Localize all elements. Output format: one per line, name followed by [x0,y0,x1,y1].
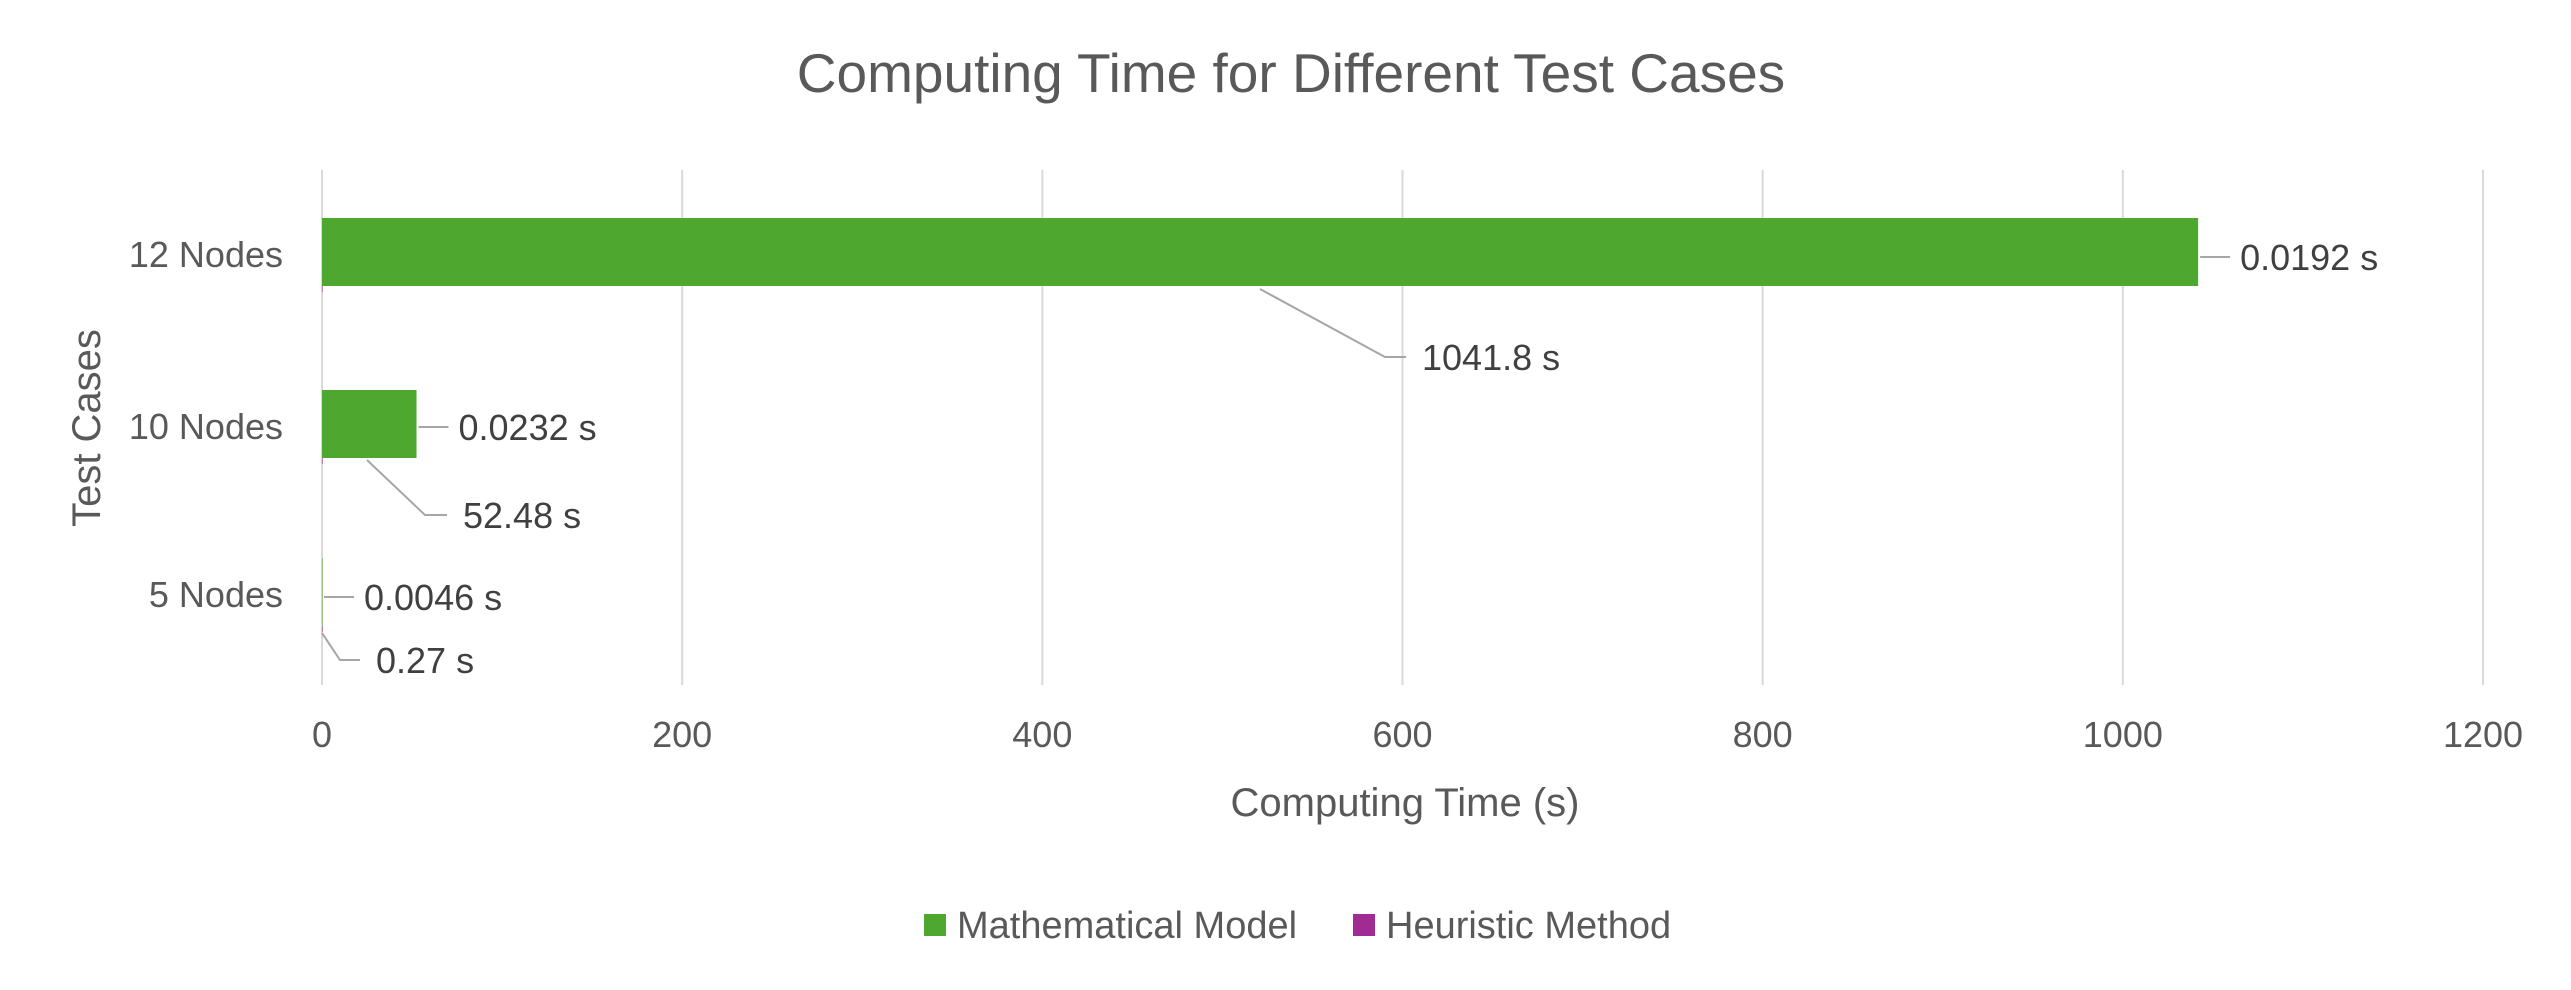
bar-mathematical-model-5-nodes [322,558,323,626]
legend-swatch-mathematical-model [924,914,946,936]
x-tick-label-800: 800 [1733,714,1793,755]
data-label-mathematical-model-12-nodes: 1041.8 s [1422,337,1560,378]
y-tick-label-10-nodes: 10 Nodes [129,406,283,447]
y-axis-title: Test Cases [65,329,109,527]
x-tick-label-200: 200 [652,714,712,755]
bar-mathematical-model-12-nodes [322,218,2199,286]
data-label-mathematical-model-10-nodes: 52.48 s [463,495,581,536]
x-tick-label-0: 0 [312,714,332,755]
bar-mathematical-model-10-nodes [322,390,417,458]
x-tick-label-1200: 1200 [2443,714,2523,755]
y-tick-label-12-nodes: 12 Nodes [129,234,283,275]
chart-container: 0.0046 s 0.0232 s 0.0192 s 0.27 s 52.48 s 104… [0,0,2571,990]
legend-label-mathematical-model: Mathematical Model [957,905,1297,947]
leader-mathematical-12-nodes [1259,288,1406,358]
legend: Mathematical Model Heuristic Method [924,905,1671,947]
data-label-mathematical-model-5-nodes: 0.27 s [376,640,474,681]
chart-title: Computing Time for Different Test Cases [797,42,1785,104]
bar-heuristic-method-12-nodes [322,286,323,292]
leader-mathematical-10-nodes [366,459,447,516]
bar-chart: 0.0046 s 0.0232 s 0.0192 s 0.27 s 52.48 s 104… [65,42,2523,947]
x-tick-label-600: 600 [1372,714,1432,755]
data-label-heuristic-method-12-nodes: 0.0192 s [2240,237,2378,278]
leader-mathematical-5-nodes [321,632,360,661]
bar-heuristic-method-10-nodes [322,458,323,464]
x-tick-label-1000: 1000 [2083,714,2163,755]
data-label-leaders [321,256,2231,661]
data-label-heuristic-method-10-nodes: 0.0232 s [459,407,597,448]
x-axis-title: Computing Time (s) [1231,781,1580,825]
bar-heuristic-method-5-nodes [322,626,323,632]
legend-swatch-heuristic-method [1353,914,1375,936]
data-label-heuristic-method-5-nodes: 0.0046 s [364,577,502,618]
y-tick-label-5-nodes: 5 Nodes [149,574,283,615]
legend-label-heuristic-method: Heuristic Method [1386,905,1671,947]
x-tick-label-400: 400 [1012,714,1072,755]
data-labels: 0.0046 s 0.0232 s 0.0192 s 0.27 s 52.48 s 104… [364,237,2378,681]
bars [322,218,2199,632]
